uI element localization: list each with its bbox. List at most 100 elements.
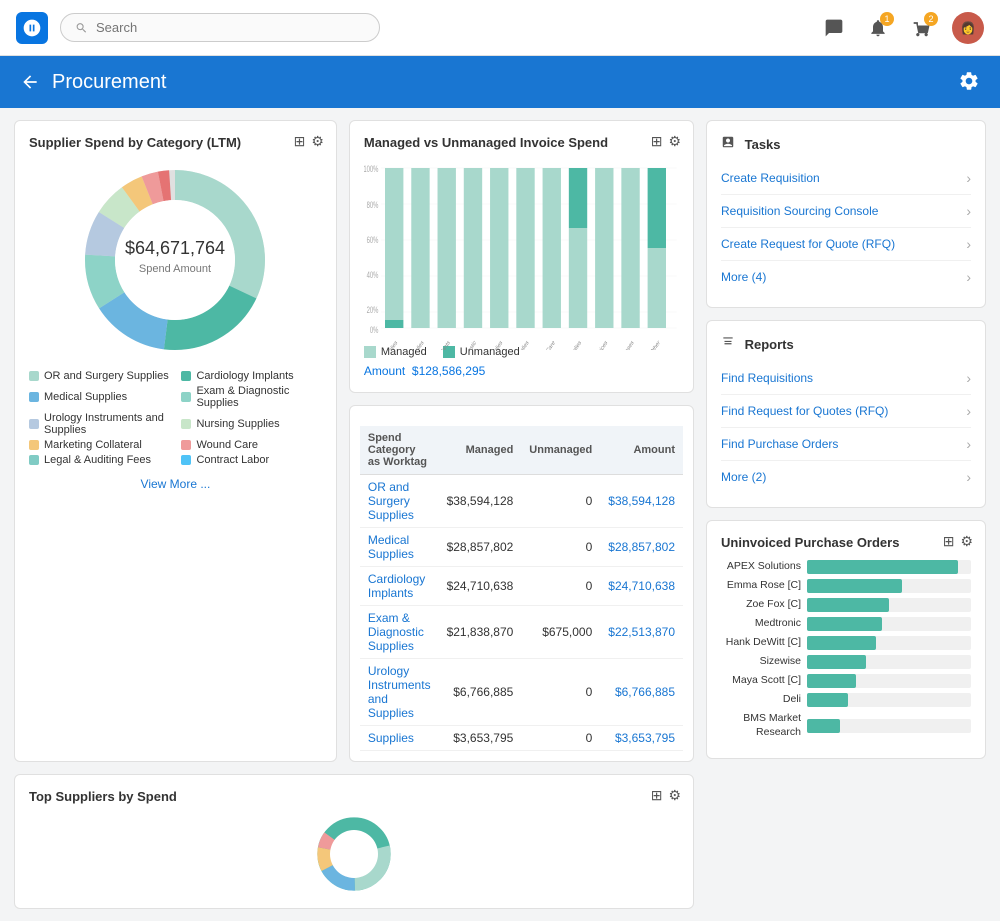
chevron-right-icon: › bbox=[966, 203, 971, 219]
search-input[interactable] bbox=[96, 20, 365, 35]
tasks-list: Create Requisition › Requisition Sourcin… bbox=[721, 162, 971, 293]
chevron-right-icon: › bbox=[966, 403, 971, 419]
top-suppliers-chart bbox=[29, 814, 679, 894]
svg-text:80%: 80% bbox=[366, 200, 378, 211]
chevron-right-icon: › bbox=[966, 370, 971, 386]
category-link[interactable]: Medical Supplies bbox=[368, 533, 414, 561]
table-row: OR and Surgery Supplies $38,594,1280$38,… bbox=[360, 475, 683, 528]
settings-icon[interactable]: ⚙ bbox=[960, 533, 973, 550]
cart-icon-btn[interactable]: 2 bbox=[908, 14, 936, 42]
task-item-sourcing[interactable]: Requisition Sourcing Console › bbox=[721, 195, 971, 228]
legend-item: Nursing Supplies bbox=[181, 412, 321, 436]
report-item-more[interactable]: More (2) › bbox=[721, 461, 971, 493]
svg-text:60%: 60% bbox=[366, 235, 378, 246]
page-title: Procurement bbox=[52, 71, 946, 94]
tasks-card: Tasks Create Requisition › Requisition S… bbox=[706, 120, 986, 308]
uninvoiced-chart: APEX Solutions Emma Rose [C] Zoe Fox [C]… bbox=[721, 560, 971, 739]
legend-item: Medical Supplies bbox=[29, 385, 169, 409]
chevron-right-icon: › bbox=[966, 436, 971, 452]
svg-text:Medical Gases: Medical Gases bbox=[610, 340, 635, 350]
chart-type-icon[interactable]: ⊞ bbox=[651, 133, 663, 150]
category-link[interactable]: Cardiology Implants bbox=[368, 572, 425, 600]
legend-item: Contract Labor bbox=[181, 454, 321, 466]
settings-icon[interactable]: ⚙ bbox=[668, 133, 681, 150]
task-item-rfq[interactable]: Create Request for Quote (RFQ) › bbox=[721, 228, 971, 261]
category-link[interactable]: Exam & Diagnostic Supplies bbox=[368, 611, 424, 653]
back-button[interactable] bbox=[20, 72, 40, 92]
user-avatar[interactable]: 👩 bbox=[952, 12, 984, 44]
donut-chart: $64,671,764 Spend Amount bbox=[75, 160, 275, 360]
svg-text:Medical Supplies: Medical Supplies bbox=[397, 340, 425, 350]
table-row: Cardiology Implants $24,710,6380$24,710,… bbox=[360, 567, 683, 606]
notification-icon-btn[interactable]: 1 bbox=[864, 14, 892, 42]
supplier-spend-card: Supplier Spend by Category (LTM) ⊞ ⚙ bbox=[14, 120, 337, 762]
task-item-more[interactable]: More (4) › bbox=[721, 261, 971, 293]
chart-icon[interactable]: ⊞ bbox=[943, 533, 955, 550]
nav-icons: 1 2 👩 bbox=[820, 12, 984, 44]
table-header-row: Spend Category as Worktag Managed Unmana… bbox=[360, 426, 683, 475]
report-item-po[interactable]: Find Purchase Orders › bbox=[721, 428, 971, 461]
middle-column: Managed vs Unmanaged Invoice Spend ⊞ ⚙ 1… bbox=[349, 120, 694, 762]
report-item-requisitions[interactable]: Find Requisitions › bbox=[721, 362, 971, 395]
table-row: Exam & Diagnostic Supplies $21,838,870$6… bbox=[360, 606, 683, 659]
uninvoiced-title: Uninvoiced Purchase Orders bbox=[721, 535, 971, 550]
top-suppliers-actions: ⊞ ⚙ bbox=[651, 787, 681, 804]
chart-amount: Amount $128,586,295 bbox=[364, 364, 679, 378]
supplier-spend-title: Supplier Spend by Category (LTM) bbox=[29, 135, 322, 150]
category-link[interactable]: Supplies bbox=[368, 731, 414, 745]
svg-text:0%: 0% bbox=[370, 325, 379, 336]
svg-text:20%: 20% bbox=[366, 305, 378, 316]
top-nav: 1 2 👩 bbox=[0, 0, 1000, 56]
view-more[interactable]: View More ... bbox=[29, 476, 322, 491]
top-suppliers-card: Top Suppliers by Spend ⊞ ⚙ bbox=[14, 774, 694, 909]
donut-legend: OR and Surgery Supplies Cardiology Impla… bbox=[29, 370, 322, 466]
uninvoiced-actions: ⊞ ⚙ bbox=[943, 533, 973, 550]
legend-item: OR and Surgery Supplies bbox=[29, 370, 169, 382]
svg-text:OR and Surgery Supplies: OR and Surgery Supplies bbox=[364, 340, 399, 350]
right-panel: Tasks Create Requisition › Requisition S… bbox=[706, 120, 986, 762]
message-icon-btn[interactable] bbox=[820, 14, 848, 42]
legend-item: Marketing Collateral bbox=[29, 439, 169, 451]
settings-button[interactable] bbox=[958, 70, 980, 95]
table-row: Supplies $3,653,7950$3,653,795 bbox=[360, 726, 683, 751]
svg-text:Other: Other bbox=[650, 340, 661, 350]
table-body: OR and Surgery Supplies $38,594,1280$38,… bbox=[360, 475, 683, 751]
category-link[interactable]: Urology Instruments and Supplies bbox=[368, 664, 431, 720]
uninvoiced-row: Zoe Fox [C] bbox=[721, 598, 971, 612]
uninvoiced-row: Sizewise bbox=[721, 655, 971, 669]
tasks-icon bbox=[721, 135, 735, 149]
uninvoiced-row: Emma Rose [C] bbox=[721, 579, 971, 593]
svg-text:Exam & Diagnostic: Exam & Diagnostic bbox=[447, 340, 478, 350]
top-suppliers-title: Top Suppliers by Spend bbox=[29, 789, 679, 804]
report-item-rfq[interactable]: Find Request for Quotes (RFQ) › bbox=[721, 395, 971, 428]
uninvoiced-row: Deli bbox=[721, 693, 971, 707]
spend-table-card: Spend Category as Worktag Managed Unmana… bbox=[349, 405, 694, 762]
view-more-link[interactable]: View More ... bbox=[141, 477, 211, 491]
settings-icon[interactable]: ⚙ bbox=[668, 787, 681, 804]
search-bar[interactable] bbox=[60, 13, 380, 42]
chevron-right-icon: › bbox=[966, 469, 971, 485]
workday-logo[interactable] bbox=[16, 12, 48, 44]
cart-badge: 2 bbox=[924, 12, 938, 26]
tasks-title: Tasks bbox=[721, 135, 971, 152]
table-row: Medical Supplies $28,857,8020$28,857,802 bbox=[360, 528, 683, 567]
category-link[interactable]: OR and Surgery Supplies bbox=[368, 480, 414, 522]
settings-icon[interactable]: ⚙ bbox=[311, 133, 324, 150]
chevron-right-icon: › bbox=[966, 170, 971, 186]
uninvoiced-row: APEX Solutions bbox=[721, 560, 971, 574]
task-item-create-req[interactable]: Create Requisition › bbox=[721, 162, 971, 195]
reports-list: Find Requisitions › Find Request for Quo… bbox=[721, 362, 971, 493]
legend-item: Urology Instruments and Supplies bbox=[29, 412, 169, 436]
chart-icon[interactable]: ⊞ bbox=[651, 787, 663, 804]
uninvoiced-row: Maya Scott [C] bbox=[721, 674, 971, 688]
amount-label: Amount bbox=[364, 364, 405, 378]
uninvoiced-row: Hank DeWitt [C] bbox=[721, 636, 971, 650]
chart-icon[interactable]: ⊞ bbox=[294, 133, 306, 150]
legend-item: Cardiology Implants bbox=[181, 370, 321, 382]
svg-text:Urology Instruments and Suppli: Urology Instruments and Supplies bbox=[452, 340, 504, 350]
bar-chart-area: 100% 80% 60% 40% 20% 0% bbox=[364, 160, 679, 340]
managed-invoice-actions: ⊞ ⚙ bbox=[651, 133, 681, 150]
svg-text:Spend Amount: Spend Amount bbox=[139, 263, 211, 275]
svg-text:100%: 100% bbox=[364, 164, 379, 175]
reports-icon bbox=[721, 335, 735, 349]
